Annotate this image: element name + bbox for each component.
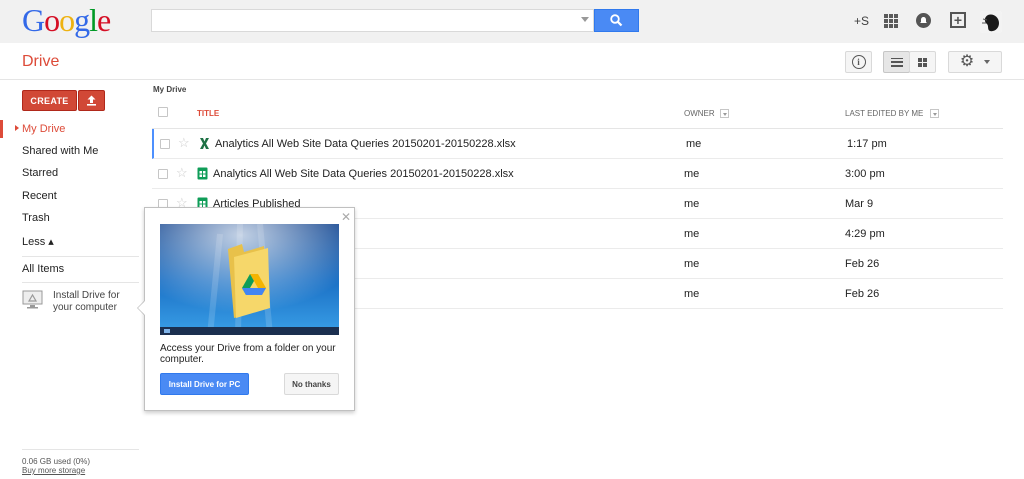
- breadcrumb[interactable]: My Drive: [153, 85, 186, 94]
- file-last-edited: 4:29 pm: [845, 228, 885, 240]
- file-owner: me: [686, 138, 702, 150]
- file-owner: me: [684, 168, 700, 180]
- popup-message: Access your Drive from a folder on your …: [160, 343, 336, 365]
- row-checkbox[interactable]: [160, 139, 170, 149]
- logo-letter: e: [97, 2, 111, 38]
- row-checkbox[interactable]: [158, 169, 168, 179]
- file-last-edited: 1:17 pm: [847, 138, 887, 150]
- sidebar-item-all-items[interactable]: All Items: [22, 263, 64, 275]
- file-owner: me: [684, 258, 700, 270]
- sidebar-item-starred[interactable]: Starred: [22, 167, 58, 179]
- sidebar-item-recent[interactable]: Recent: [22, 190, 57, 202]
- grid-view-icon: [918, 57, 927, 67]
- logo-letter: G: [22, 2, 45, 38]
- details-button[interactable]: i: [845, 51, 872, 73]
- install-drive-popup: ✕ Access your Drive from a folder on you…: [144, 207, 355, 411]
- select-all-checkbox[interactable]: [158, 107, 168, 117]
- last-edited-sort-icon[interactable]: [930, 109, 939, 118]
- table-row[interactable]: ☆ Analytics All Web Site Data Queries 20…: [152, 159, 1003, 189]
- search-icon: [610, 14, 623, 27]
- upload-button[interactable]: [78, 90, 105, 111]
- column-owner[interactable]: OWNER: [684, 109, 715, 118]
- computer-drive-icon[interactable]: [22, 290, 43, 309]
- buy-storage-link[interactable]: Buy more storage: [22, 466, 85, 475]
- install-drive-link[interactable]: Install Drive for your computer: [53, 290, 138, 314]
- popup-pointer-inner: [138, 301, 145, 315]
- active-nav-indicator: [0, 120, 3, 138]
- page-title[interactable]: Drive: [22, 53, 59, 71]
- storage-usage-text: 0.06 GB used (0%): [22, 457, 91, 466]
- file-last-edited: Feb 26: [845, 258, 880, 270]
- google-logo[interactable]: Google: [22, 2, 111, 39]
- share-plus-icon[interactable]: +: [950, 12, 966, 28]
- sidebar-item-trash[interactable]: Trash: [22, 212, 50, 224]
- sidebar-item-my-drive[interactable]: My Drive: [22, 123, 65, 135]
- list-view-icon: [890, 57, 903, 67]
- file-owner: me: [684, 198, 700, 210]
- sidebar-divider: [22, 449, 139, 450]
- logo-letter: l: [89, 2, 98, 38]
- no-thanks-button[interactable]: No thanks: [284, 373, 339, 395]
- file-name[interactable]: Analytics All Web Site Data Queries 2015…: [213, 168, 514, 180]
- excel-file-icon: [200, 138, 209, 149]
- column-title[interactable]: TITLE: [197, 109, 219, 118]
- drive-folder-illustration: [160, 224, 339, 335]
- file-name[interactable]: Analytics All Web Site Data Queries 2015…: [215, 138, 516, 150]
- list-header: TITLE OWNER LAST EDITED BY ME: [152, 99, 1003, 129]
- file-last-edited: 3:00 pm: [845, 168, 885, 180]
- star-icon[interactable]: ☆: [178, 136, 190, 149]
- table-row[interactable]: ☆ Analytics All Web Site Data Queries 20…: [152, 129, 1003, 159]
- install-drive-pc-button[interactable]: Install Drive for PC: [160, 373, 249, 395]
- upload-icon: [87, 95, 96, 106]
- list-view-button[interactable]: [883, 51, 910, 73]
- logo-letter: g: [74, 2, 90, 38]
- gear-icon: ⚙: [959, 53, 975, 70]
- close-icon[interactable]: ✕: [341, 211, 351, 223]
- plus-user-link[interactable]: +S: [854, 14, 869, 28]
- create-button[interactable]: CREATE: [22, 90, 77, 111]
- settings-button[interactable]: ⚙: [948, 51, 1002, 73]
- top-bar: Google +S +: [0, 0, 1024, 43]
- file-last-edited: Feb 26: [845, 288, 880, 300]
- drive-toolbar: Drive i ⚙: [0, 43, 1024, 80]
- column-last-edited[interactable]: LAST EDITED BY ME: [845, 109, 923, 118]
- search-button[interactable]: [594, 9, 639, 32]
- logo-letter: o: [44, 2, 60, 38]
- search-options-caret-icon[interactable]: [581, 17, 589, 22]
- info-icon: i: [851, 55, 866, 69]
- search-input[interactable]: [151, 9, 594, 32]
- sheets-file-icon: [197, 167, 208, 180]
- sidebar-divider: [22, 282, 139, 283]
- owner-sort-icon[interactable]: [720, 109, 729, 118]
- file-owner: me: [684, 228, 700, 240]
- grid-view-button[interactable]: [909, 51, 936, 73]
- file-last-edited: Mar 9: [845, 198, 874, 210]
- star-icon[interactable]: ☆: [176, 166, 188, 179]
- avatar[interactable]: [980, 11, 1002, 33]
- apps-grid-icon[interactable]: [884, 14, 898, 28]
- logo-letter: o: [59, 2, 75, 38]
- chevron-down-icon: [984, 60, 991, 64]
- sidebar-item-shared-with-me[interactable]: Shared with Me: [22, 145, 98, 157]
- notifications-bell-icon[interactable]: [916, 13, 931, 28]
- sidebar-item-less[interactable]: Less ▴: [22, 235, 54, 248]
- caret-right-icon: [15, 125, 19, 131]
- file-owner: me: [684, 288, 700, 300]
- sidebar-divider: [22, 256, 139, 257]
